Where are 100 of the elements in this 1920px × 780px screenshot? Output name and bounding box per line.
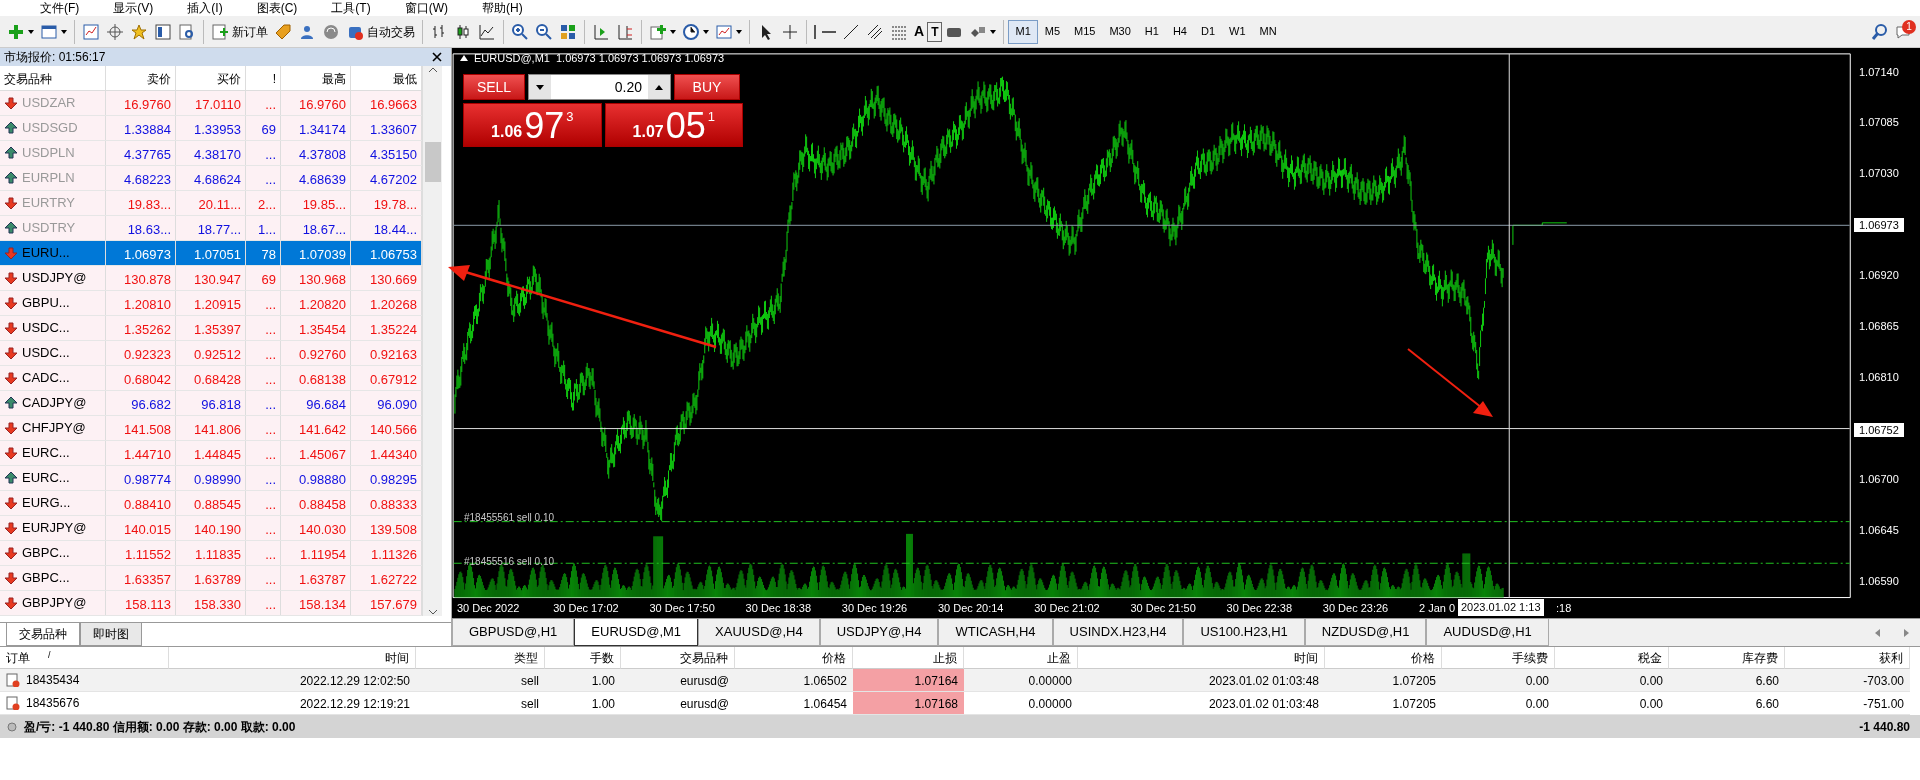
close-icon[interactable] <box>431 51 443 63</box>
market-row[interactable]: EURC... 1.44710 1.44845 ... 1.45067 1.44340 <box>0 441 422 466</box>
menu-item[interactable]: 插入(I) <box>187 0 223 16</box>
symbol-name: EURC... <box>22 469 70 488</box>
table-cell: 16.9760 <box>281 91 351 115</box>
symbol-name: EURTRY <box>22 194 75 213</box>
symbol-name: GBPJPY@ <box>22 594 87 613</box>
market-row[interactable]: EURTRY 19.83... 20.11... 2... 19.85... 19.78... <box>0 191 422 216</box>
collapse-triangle-icon[interactable] <box>460 54 468 63</box>
scroll-right-icon[interactable] <box>1902 628 1910 638</box>
table-cell: 141.508 <box>106 416 176 440</box>
timeframe-button[interactable]: M15 <box>1067 19 1103 44</box>
chart-tab[interactable]: GBPUSD@,H1 <box>452 619 575 646</box>
scroll-down-icon[interactable] <box>427 608 438 616</box>
timeframe-button[interactable]: M30 <box>1102 19 1138 44</box>
ohlc-values: 1.06973 1.06973 1.06973 1.06973 <box>555 51 725 66</box>
chart-tab[interactable]: USINDX.H23,H4 <box>1052 619 1184 646</box>
column-header[interactable]: 交易品种 <box>0 66 106 90</box>
market-row[interactable]: CADC... 0.68042 0.68428 ... 0.68138 0.67912 <box>0 366 422 391</box>
market-row[interactable]: USDC... 0.92323 0.92512 ... 0.92760 0.92163 <box>0 341 422 366</box>
menu-item[interactable]: 图表(C) <box>256 0 298 16</box>
market-row[interactable]: CHFJPY@ 141.508 141.806 ... 141.642 140.566 <box>0 416 422 441</box>
caret-icon[interactable] <box>670 29 676 34</box>
chart-tab[interactable]: NZDUSD@,H1 <box>1304 619 1427 646</box>
scrollbar[interactable] <box>422 66 442 616</box>
table-cell: 158.134 <box>281 591 351 615</box>
menu-item[interactable]: 文件(F) <box>40 0 80 16</box>
market-row[interactable]: EURC... 0.98774 0.98990 ... 0.98880 0.98295 <box>0 466 422 491</box>
table-cell: 140.015 <box>106 516 176 540</box>
market-row[interactable]: GBPC... 1.63357 1.63789 ... 1.63787 1.62722 <box>0 566 422 591</box>
auto-trading-button[interactable]: 自动交易 <box>343 18 418 45</box>
order-line-label: #18455516 sell 0.10 <box>464 555 555 569</box>
menu-item[interactable]: 窗口(W) <box>404 0 448 16</box>
text-tool-button[interactable]: A <box>911 18 928 45</box>
sell-button[interactable]: SELL <box>463 74 525 100</box>
panel-tab[interactable]: 交易品种 <box>6 623 80 646</box>
channel-icon <box>866 22 884 41</box>
grid-icon <box>559 22 577 41</box>
market-row[interactable]: CADJPY@ 96.682 96.818 ... 96.684 96.090 <box>0 391 422 416</box>
market-row[interactable]: GBPJPY@ 158.113 158.330 ... 158.134 157.679 <box>0 591 422 616</box>
down-triangle-icon[interactable] <box>536 84 544 90</box>
sort-indicator[interactable]: / <box>48 649 51 666</box>
up-triangle-icon[interactable] <box>655 84 663 90</box>
chat-button[interactable]: 1 <box>1892 18 1916 45</box>
scroll-left-icon[interactable] <box>1874 628 1882 638</box>
market-row[interactable]: GBPC... 1.11552 1.11835 ... 1.11954 1.11326 <box>0 541 422 566</box>
caret-icon[interactable] <box>61 29 67 34</box>
chart-tab[interactable]: AUDUSD@,H1 <box>1426 619 1549 646</box>
column-header[interactable]: ! <box>246 66 281 90</box>
market-row[interactable]: USDJPY@ 130.878 130.947 69 130.968 130.669 <box>0 266 422 291</box>
timeframe-button[interactable]: M1 <box>1008 19 1038 44</box>
buy-button[interactable]: BUY <box>674 74 740 100</box>
timeframe-button[interactable]: MN <box>1252 19 1284 44</box>
scrollbar-thumb[interactable] <box>424 142 441 182</box>
market-row[interactable]: EURJPY@ 140.015 140.190 ... 140.030 139.508 <box>0 516 422 541</box>
menu-item[interactable]: 工具(T) <box>331 0 371 16</box>
menu-item[interactable]: 显示(V) <box>113 0 154 16</box>
column-header[interactable]: 卖价 <box>106 66 176 90</box>
market-row[interactable]: USDSGD 1.33884 1.33953 69 1.34174 1.33607 <box>0 116 422 141</box>
chart-tab[interactable]: WTICASH,H4 <box>938 619 1053 646</box>
timeframe-button[interactable]: W1 <box>1222 19 1253 44</box>
scroll-up-icon[interactable] <box>427 66 438 74</box>
column-header[interactable]: 订单 <box>6 649 30 666</box>
timeframe-button[interactable]: H4 <box>1165 19 1194 44</box>
market-row[interactable]: USDPLN 4.37765 4.38170 ... 4.37808 4.35150 <box>0 141 422 166</box>
chart-tab[interactable]: XAUUSD@,H4 <box>698 619 820 646</box>
caret-icon[interactable] <box>703 29 709 34</box>
table-cell: 69 <box>246 116 281 140</box>
market-row[interactable]: GBPU... 1.20810 1.20915 ... 1.20820 1.20268 <box>0 291 422 316</box>
chart-tab[interactable]: EURUSD@,M1 <box>574 619 699 646</box>
caret-icon[interactable] <box>28 29 34 34</box>
market-row[interactable]: USDC... 1.35262 1.35397 ... 1.35454 1.35224 <box>0 316 422 341</box>
zoom-out-icon <box>535 22 553 41</box>
caret-icon[interactable] <box>990 29 997 34</box>
market-row[interactable]: USDZAR 16.9760 17.0110 ... 16.9760 16.9663 <box>0 91 422 116</box>
menu-item[interactable]: 帮助(H) <box>482 0 523 16</box>
market-row[interactable]: EURPLN 4.68223 4.68624 ... 4.68639 4.67202 <box>0 166 422 191</box>
timeframe-button[interactable]: M5 <box>1037 19 1068 44</box>
volume-spinner[interactable]: 0.20 <box>528 74 671 100</box>
chart-tab[interactable]: US100.H23,H1 <box>1183 619 1305 646</box>
plus-document-icon <box>211 22 229 41</box>
table-cell: 0.98990 <box>176 466 246 490</box>
caret-icon[interactable] <box>736 29 742 34</box>
chart-tab[interactable]: USDJPY@,H4 <box>819 619 939 646</box>
table-cell: ... <box>246 366 281 390</box>
column-header[interactable]: 最高 <box>281 66 351 90</box>
market-row[interactable]: USDTRY 18.63... 18.77... 1... 18.67... 18.44... <box>0 216 422 241</box>
text-label-tool-button[interactable]: T <box>927 21 943 42</box>
window-icon <box>40 22 58 41</box>
market-row[interactable]: EURG... 0.88410 0.88545 ... 0.88458 0.88333 <box>0 491 422 516</box>
new-order-button[interactable]: 新订单 <box>208 18 271 45</box>
column-header[interactable]: 买价 <box>176 66 246 90</box>
timeframe-button[interactable]: D1 <box>1193 19 1223 44</box>
market-row[interactable]: EURU... 1.06973 1.07051 78 1.07039 1.06753 <box>0 241 422 266</box>
panel-tab[interactable]: 即时图 <box>80 623 142 646</box>
table-cell: 1.63787 <box>281 566 351 590</box>
timeframe-button[interactable]: H1 <box>1137 19 1166 44</box>
table-cell: 1.07164 <box>853 669 964 692</box>
table-cell: 1.35262 <box>106 316 176 340</box>
table-cell: 1.00 <box>545 669 621 692</box>
